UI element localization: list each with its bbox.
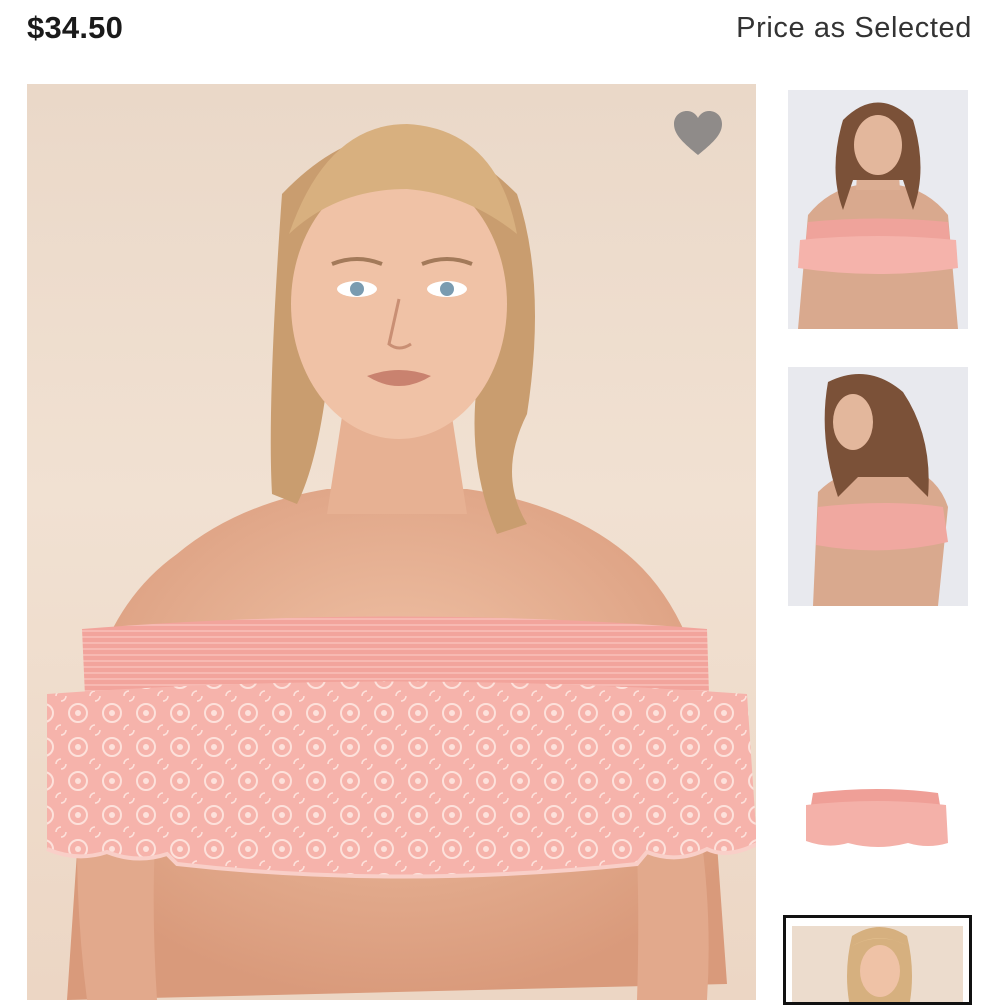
thumbnail-image <box>813 374 948 606</box>
thumbnail-image <box>792 926 963 1002</box>
main-product-image[interactable] <box>27 84 756 1000</box>
thumbnail-product-only[interactable] <box>788 645 968 884</box>
heart-icon <box>674 111 722 155</box>
favorite-button[interactable] <box>672 108 724 160</box>
product-price: $34.50 <box>27 10 124 45</box>
price-note: Price as Selected <box>736 12 972 44</box>
thumbnail-image <box>806 789 948 847</box>
thumbnail-selected[interactable] <box>783 915 972 1005</box>
model-photo <box>46 124 756 1000</box>
thumbnail-front-view[interactable] <box>788 90 968 329</box>
thumbnail-back-view[interactable] <box>788 367 968 606</box>
thumbnail-image <box>798 102 958 329</box>
